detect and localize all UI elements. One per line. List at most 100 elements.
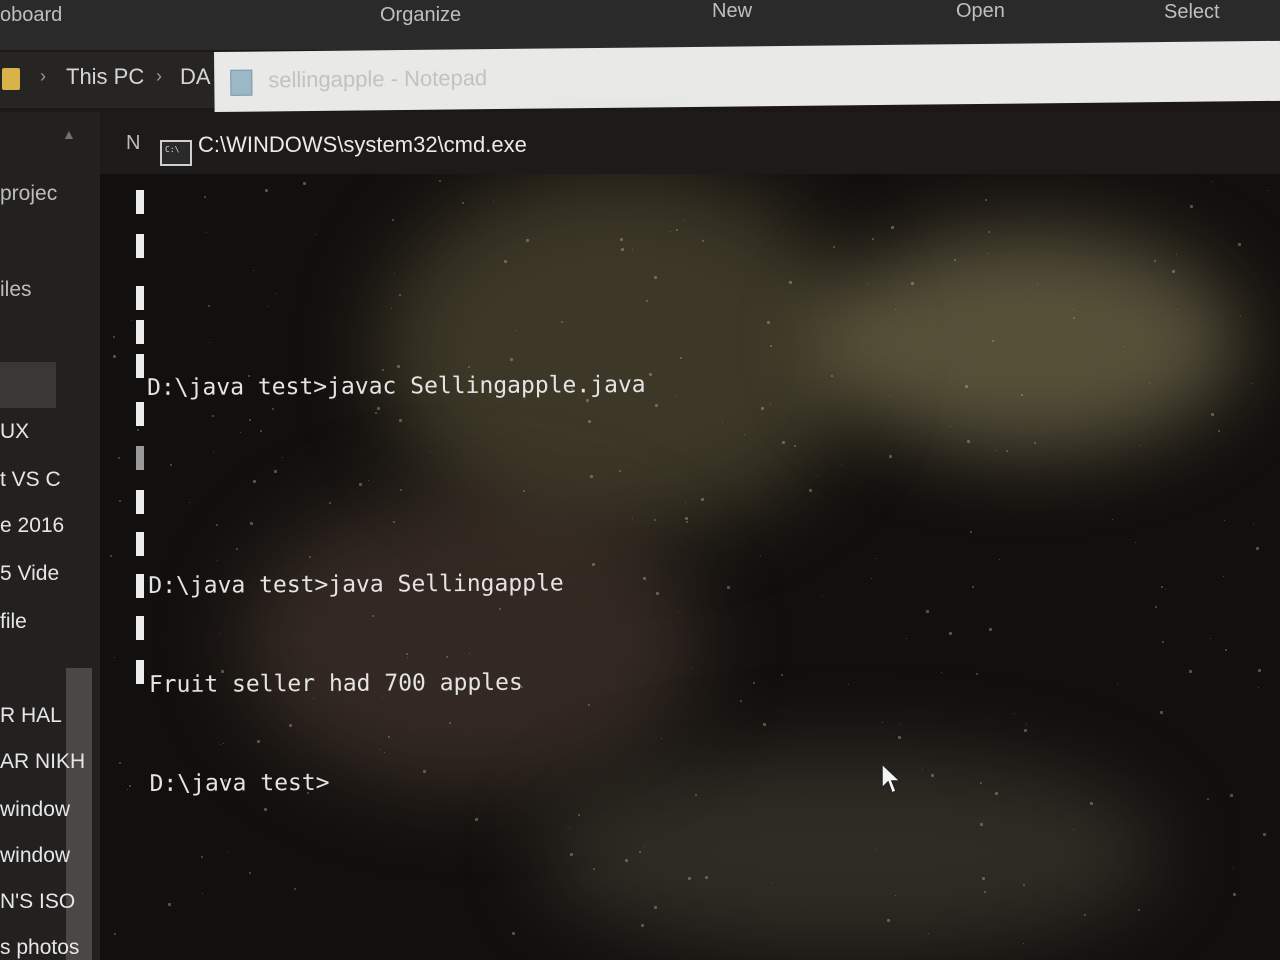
dust-speck bbox=[984, 891, 986, 893]
dust-speck bbox=[571, 388, 573, 390]
margin-bar bbox=[136, 446, 144, 470]
dust-speck bbox=[822, 596, 823, 597]
nav-item[interactable]: N'S ISO bbox=[0, 890, 75, 914]
dust-speck bbox=[1253, 523, 1254, 524]
nav-item[interactable]: s photos bbox=[0, 936, 79, 960]
dust-speck bbox=[1268, 190, 1269, 191]
dust-speck bbox=[240, 432, 241, 433]
dust-speck bbox=[982, 877, 985, 880]
address-bar[interactable]: › This PC › DA bbox=[0, 52, 230, 108]
dust-speck bbox=[771, 883, 772, 884]
dust-speck bbox=[1223, 576, 1224, 577]
dust-speck bbox=[380, 749, 381, 750]
dust-speck bbox=[1207, 798, 1209, 800]
dust-speck bbox=[882, 722, 883, 723]
dust-speck bbox=[760, 555, 761, 556]
nav-item[interactable]: t VS C bbox=[0, 468, 61, 492]
ribbon-new-label[interactable]: New bbox=[712, 0, 752, 23]
nav-item[interactable]: AR NIKH bbox=[0, 750, 85, 774]
dust-speck bbox=[1006, 450, 1008, 452]
ribbon-clipboard-label: oboard bbox=[0, 4, 63, 26]
breadcrumb-drive[interactable]: DA bbox=[180, 64, 211, 90]
dust-speck bbox=[462, 202, 464, 204]
cmd-window-title: C:\WINDOWS\system32\cmd.exe bbox=[198, 132, 527, 157]
scroll-up-icon[interactable]: ▲ bbox=[62, 126, 76, 142]
nav-item[interactable]: window bbox=[0, 844, 70, 868]
dust-speck bbox=[1230, 794, 1233, 797]
nav-item[interactable]: iles bbox=[0, 278, 32, 302]
dust-speck bbox=[250, 522, 253, 525]
margin-bar bbox=[136, 490, 144, 514]
dust-speck bbox=[702, 240, 704, 242]
ribbon-open-label[interactable]: Open bbox=[956, 0, 1005, 23]
nav-item[interactable]: e 2016 bbox=[0, 514, 64, 538]
dust-speck bbox=[523, 490, 525, 492]
dust-speck bbox=[1211, 413, 1214, 416]
ribbon-select-label[interactable]: Select bbox=[1164, 1, 1220, 24]
dust-speck bbox=[526, 239, 529, 242]
margin-bar bbox=[136, 660, 144, 684]
dust-speck bbox=[227, 852, 228, 853]
dust-speck bbox=[253, 480, 256, 483]
dust-speck bbox=[988, 231, 990, 233]
ribbon-organize-label[interactable]: Organize bbox=[380, 4, 461, 27]
nav-item[interactable]: R HAL bbox=[0, 704, 62, 728]
dust-speck bbox=[782, 441, 785, 444]
dust-speck bbox=[392, 219, 394, 221]
dust-speck bbox=[114, 657, 115, 658]
nav-item[interactable]: UX bbox=[0, 420, 29, 444]
dust-speck bbox=[175, 377, 177, 379]
dust-speck bbox=[113, 355, 116, 358]
chevron-right-icon: › bbox=[40, 66, 46, 86]
dust-speck bbox=[214, 580, 215, 581]
console-output[interactable]: D:\java test>javac Sellingapple.java D:\… bbox=[146, 204, 649, 867]
dust-speck bbox=[1238, 243, 1241, 246]
dust-speck bbox=[809, 489, 812, 492]
dust-speck bbox=[119, 762, 121, 764]
dust-speck bbox=[304, 392, 306, 394]
console-line: D:\java test>java Sellingapple bbox=[148, 570, 564, 599]
dust-speck bbox=[1149, 383, 1150, 384]
dust-speck bbox=[570, 853, 573, 856]
cmd-titlebar[interactable]: N C:\ C:\WINDOWS\system32\cmd.exe bbox=[100, 112, 1280, 174]
dust-speck bbox=[625, 859, 628, 862]
dust-speck bbox=[900, 724, 901, 725]
dust-speck bbox=[388, 736, 390, 738]
breadcrumb-this-pc[interactable]: This PC bbox=[66, 64, 144, 90]
dust-speck bbox=[264, 808, 267, 811]
dust-speck bbox=[1023, 943, 1024, 944]
nav-item[interactable]: file bbox=[0, 610, 27, 634]
dust-speck bbox=[216, 524, 218, 526]
dust-speck bbox=[833, 246, 835, 248]
dust-speck bbox=[987, 253, 988, 254]
nav-item[interactable]: projec bbox=[0, 182, 57, 206]
dust-speck bbox=[359, 483, 362, 486]
margin-bar bbox=[136, 320, 144, 344]
dust-speck bbox=[1225, 649, 1227, 651]
screen-reflection bbox=[820, 232, 1240, 452]
dust-speck bbox=[399, 419, 402, 422]
dust-speck bbox=[817, 475, 818, 476]
dust-speck bbox=[170, 464, 172, 466]
dust-speck bbox=[1073, 317, 1075, 319]
dust-speck bbox=[561, 321, 563, 323]
dust-speck bbox=[475, 818, 478, 821]
dust-speck bbox=[875, 849, 876, 850]
dust-speck bbox=[393, 521, 395, 523]
nav-item[interactable]: 5 Vide bbox=[0, 562, 59, 586]
cmd-window[interactable]: N C:\ C:\WINDOWS\system32\cmd.exe D:\jav… bbox=[100, 112, 1280, 960]
dust-speck bbox=[1073, 829, 1074, 830]
dust-speck bbox=[1233, 893, 1236, 896]
dust-speck bbox=[382, 369, 384, 371]
dust-speck bbox=[1138, 909, 1140, 911]
dust-speck bbox=[646, 300, 648, 302]
dust-speck bbox=[249, 872, 251, 874]
notepad-titlebar[interactable]: sellingapple - Notepad bbox=[214, 40, 1280, 112]
dust-speck bbox=[384, 752, 385, 753]
dust-speck bbox=[649, 373, 652, 376]
dust-speck bbox=[632, 249, 633, 250]
nav-item[interactable]: window bbox=[0, 798, 70, 822]
dust-speck bbox=[493, 201, 494, 202]
dust-speck bbox=[569, 827, 570, 828]
dust-speck bbox=[976, 673, 978, 675]
